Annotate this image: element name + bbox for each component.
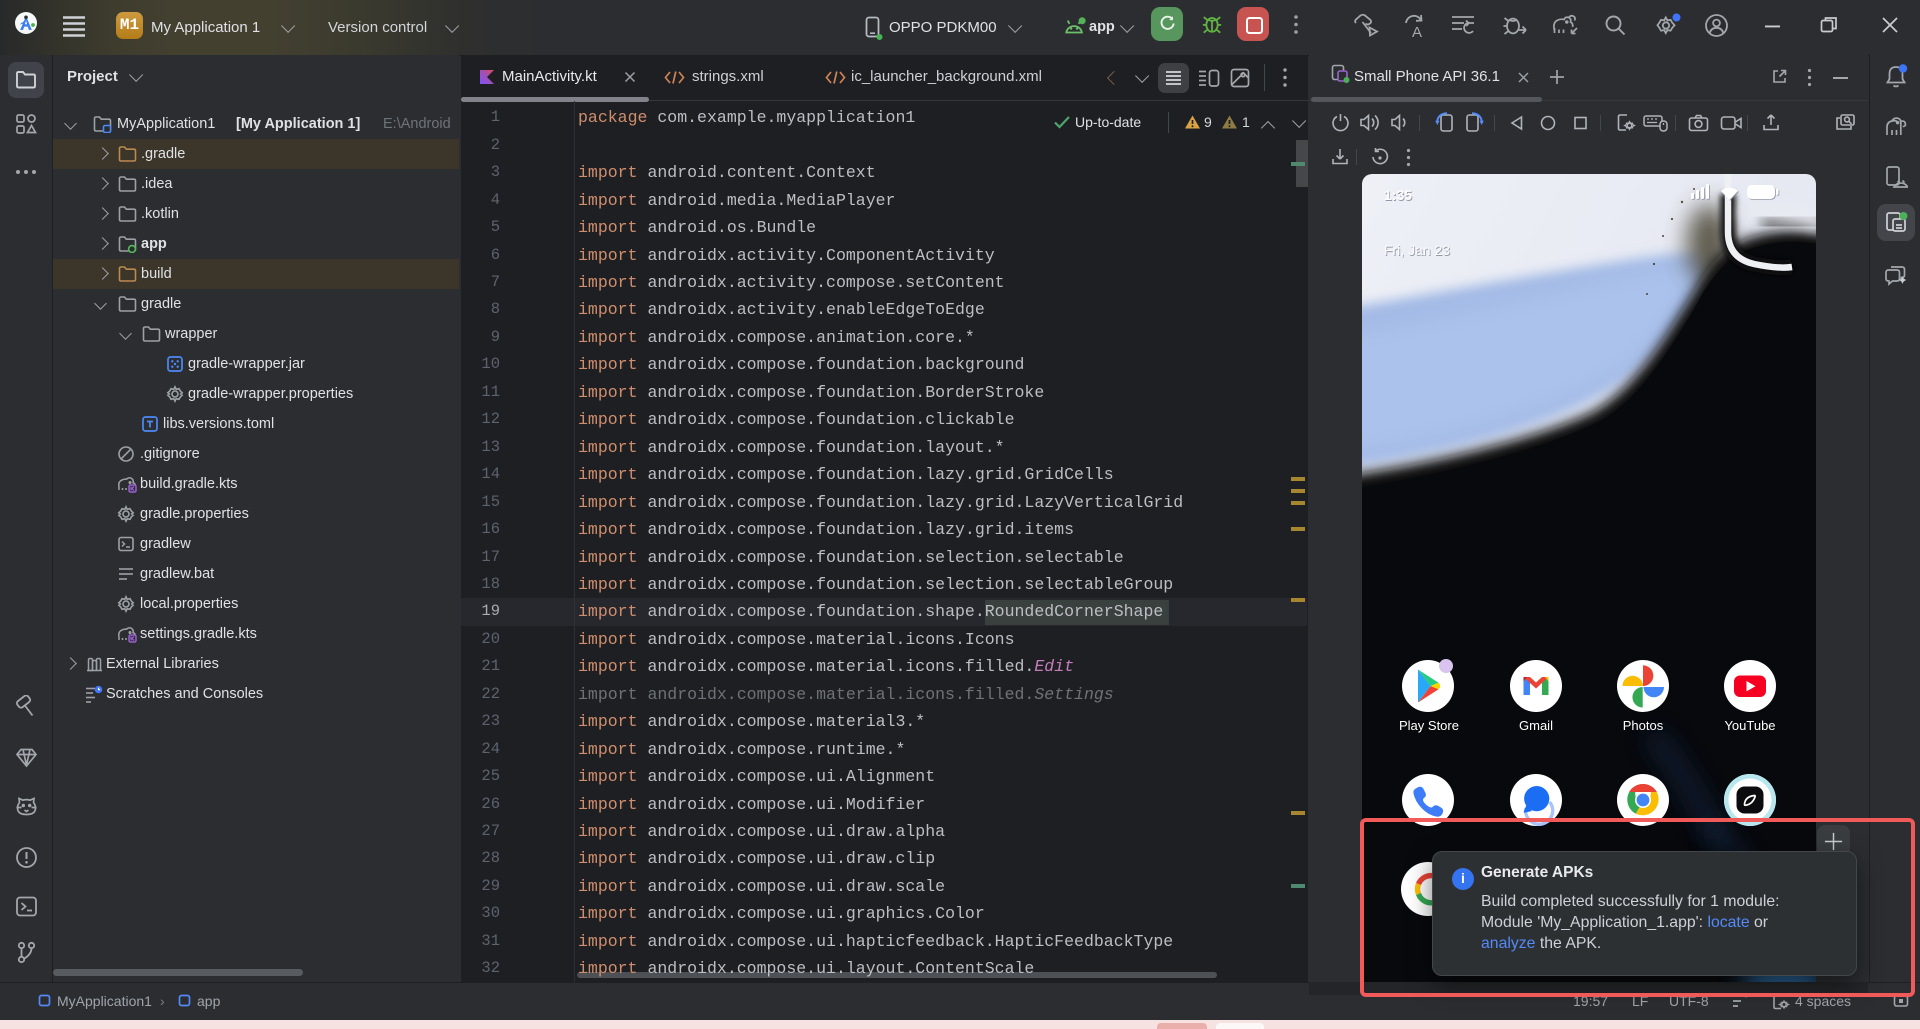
svg-text:1:35: 1:35 [1384,187,1412,203]
svg-text:Fri, Jan 23: Fri, Jan 23 [1384,242,1450,258]
svg-text:A: A [1412,24,1422,39]
